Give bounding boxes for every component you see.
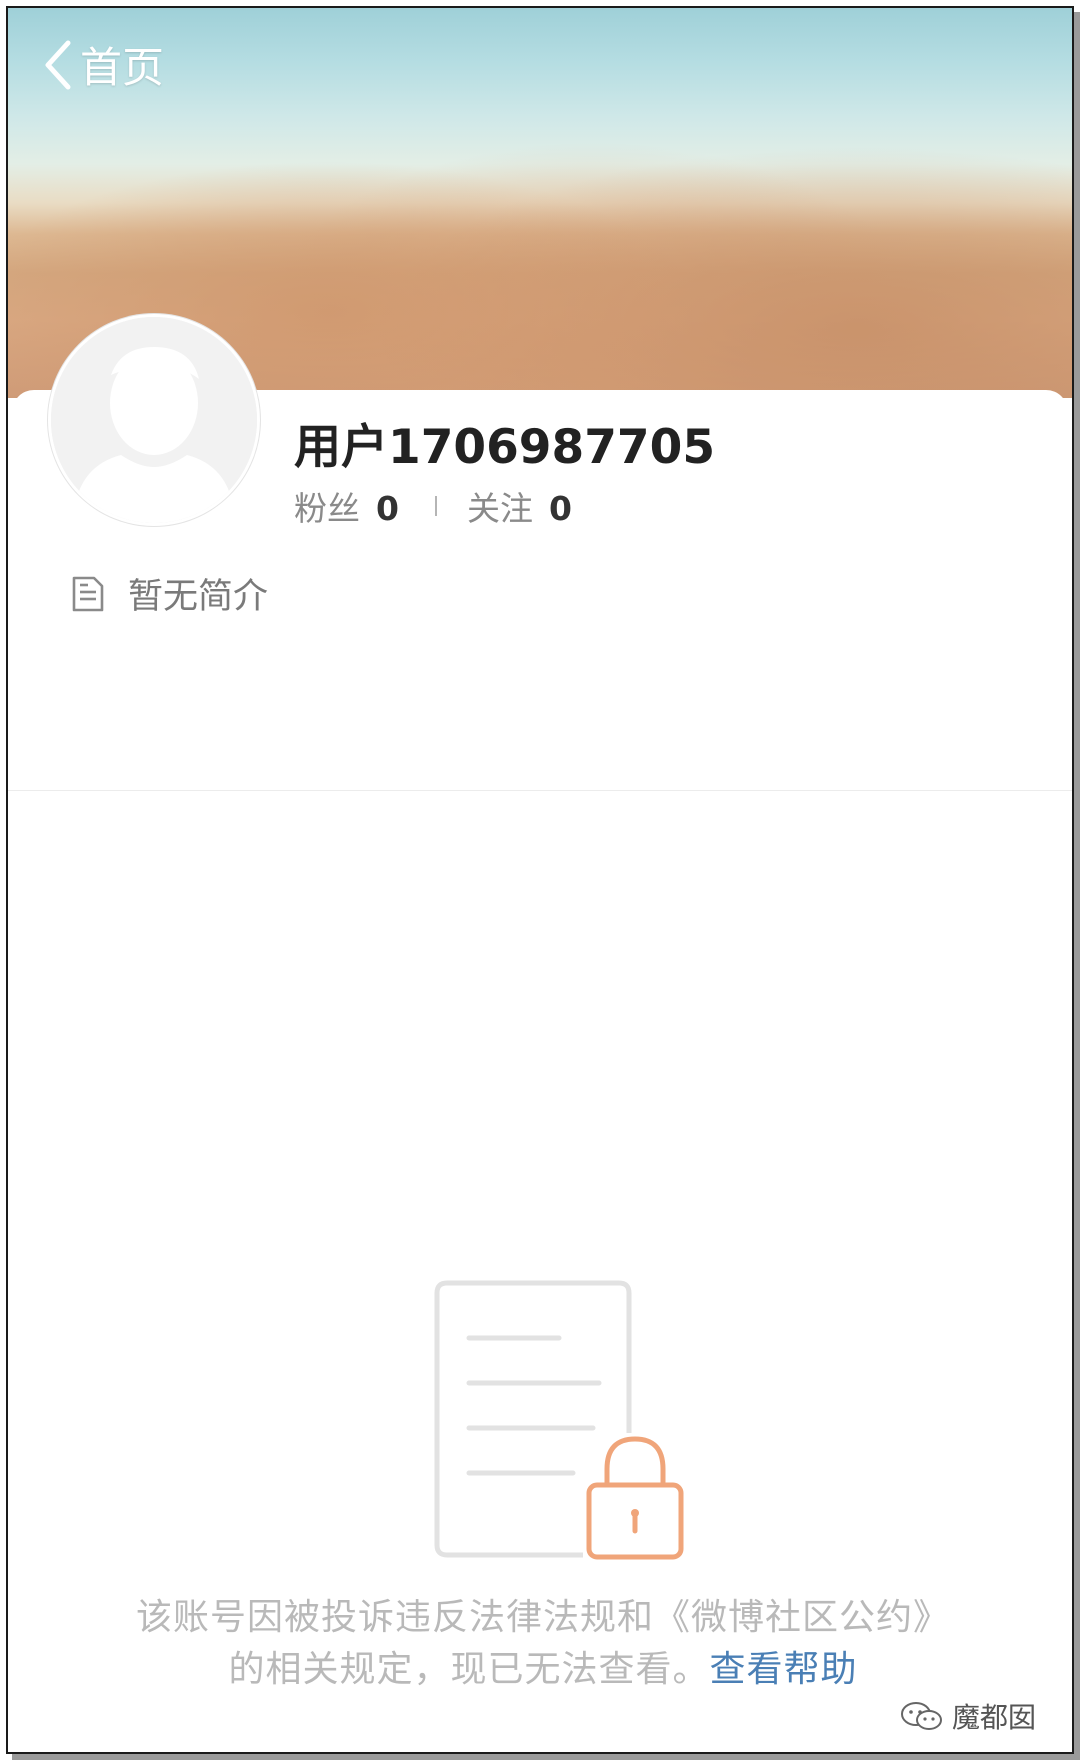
avatar[interactable]: [48, 314, 260, 526]
wechat-icon: [900, 1702, 942, 1730]
view-help-link[interactable]: 查看帮助: [710, 1649, 858, 1690]
section-divider: [8, 790, 1072, 791]
following-label: 关注: [466, 489, 533, 528]
account-blocked-notice: 该账号因被投诉违反法律法规和《微博社区公约》的相关规定，现已无法查看。查看帮助: [128, 1592, 958, 1696]
locked-document-icon: [434, 1280, 684, 1560]
profile-stats: 粉丝 0 关注 0: [294, 482, 572, 530]
bio-row: 暂无简介: [70, 568, 268, 619]
document-icon: [72, 576, 104, 611]
avatar-placeholder-icon: [51, 317, 257, 523]
watermark-text: 魔都囡: [951, 1701, 1036, 1734]
followers-count: 0: [376, 489, 399, 528]
watermark: 魔都囡: [900, 1696, 1036, 1736]
following-count: 0: [548, 489, 572, 528]
following-link[interactable]: 关注 0: [467, 482, 572, 530]
bio-text: 暂无简介: [128, 577, 269, 617]
followers-link[interactable]: 粉丝 0: [294, 482, 399, 530]
screenshot-frame: 首页 用户1706987705 粉丝 0 关注 0 暂无简介 该账号因被投诉违反…: [6, 6, 1074, 1754]
chevron-left-icon: [45, 40, 71, 89]
followers-label: 粉丝: [294, 489, 360, 528]
back-button[interactable]: 首页: [40, 34, 164, 95]
stats-divider: [434, 496, 437, 516]
back-label: 首页: [80, 43, 165, 92]
username: 用户1706987705: [294, 420, 716, 475]
